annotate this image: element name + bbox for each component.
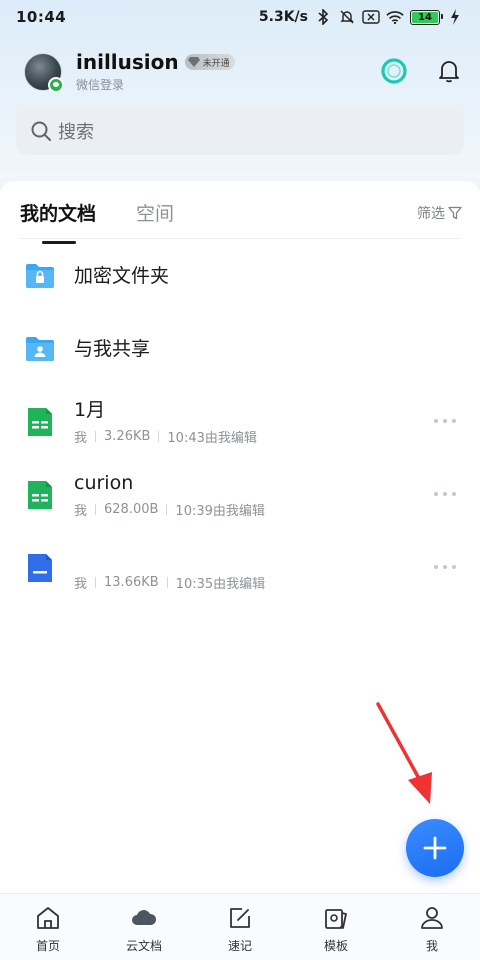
- list-item-meta: 我 3.26KB 10:43由我编辑: [74, 427, 257, 446]
- more-options-icon[interactable]: [434, 419, 456, 425]
- more-options-icon[interactable]: [434, 565, 456, 571]
- status-icons: 5.3K/s 14: [259, 9, 464, 25]
- wechat-badge-icon: [48, 76, 64, 93]
- bell-icon: [439, 61, 459, 83]
- header-actions: [380, 57, 462, 89]
- nav-label: 速记: [227, 939, 252, 953]
- list-item-text: 1月 我 3.26KB 10:43由我编辑: [74, 398, 257, 446]
- tab-bar: 我的文档 空间: [20, 199, 174, 244]
- document-icon: [28, 554, 52, 582]
- item-size: 3.26KB: [104, 429, 151, 444]
- battery-icon: 14: [410, 9, 443, 25]
- meta-separator: [166, 577, 168, 588]
- search-placeholder: 搜索: [58, 122, 94, 143]
- bluetooth-icon: [314, 9, 332, 25]
- annotation-arrow-icon: [376, 702, 432, 804]
- funnel-icon: [448, 206, 462, 220]
- sim-off-icon: [362, 9, 380, 25]
- item-owner: 我: [74, 577, 88, 592]
- template-icon: [325, 909, 347, 929]
- bottom-navigation: 首页 云文档 速记 模板 我: [0, 893, 480, 960]
- nav-label: 首页: [35, 939, 60, 953]
- note-icon: [230, 908, 250, 928]
- notification-button[interactable]: [436, 58, 462, 88]
- list-item-text: 加密文件夹: [74, 264, 169, 288]
- filter-label: 筛选: [417, 206, 445, 222]
- battery-level: 14: [412, 11, 438, 23]
- nav-label: 模板: [323, 939, 348, 953]
- nav-me[interactable]: 我: [384, 894, 480, 960]
- profile-text: inillusion 未开通 微信登录: [76, 50, 235, 93]
- nav-home[interactable]: 首页: [0, 894, 96, 960]
- vip-badge[interactable]: 未开通: [184, 54, 235, 70]
- more-options-icon[interactable]: [434, 492, 456, 498]
- search-icon: [31, 121, 51, 141]
- tab-space[interactable]: 空间: [136, 199, 174, 242]
- mute-bell-icon: [338, 9, 356, 25]
- list-item-document[interactable]: 1月 我 3.26KB 10:43由我编辑: [0, 387, 480, 457]
- list-item-title: 加密文件夹: [74, 265, 170, 287]
- shared-folder-icon: [26, 337, 54, 361]
- network-speed: 5.3K/s: [258, 9, 308, 25]
- spreadsheet-icon: [28, 408, 52, 436]
- ai-ring-icon: [381, 58, 407, 84]
- list-item-meta: 我 13.66KB 10:35由我编辑: [74, 573, 265, 592]
- nav-quick-notes[interactable]: 速记: [192, 894, 288, 960]
- nav-templates[interactable]: 模板: [288, 894, 384, 960]
- search-input[interactable]: 搜索: [16, 107, 464, 155]
- item-edited: 10:35由我编辑: [175, 577, 266, 592]
- user-icon: [421, 907, 443, 929]
- create-new-button[interactable]: [406, 819, 464, 877]
- item-owner: 我: [74, 431, 88, 446]
- username: inillusion: [76, 50, 179, 74]
- home-icon: [37, 907, 59, 929]
- login-method: 微信登录: [76, 78, 125, 92]
- name-row: inillusion 未开通: [76, 50, 235, 74]
- wifi-icon: [386, 9, 404, 25]
- list-item-shared-folder[interactable]: 与我共享: [0, 314, 480, 384]
- tab-divider: [18, 238, 462, 239]
- status-bar: 10:44 5.3K/s 14: [0, 0, 480, 34]
- status-time: 10:44: [16, 8, 67, 26]
- list-item-title: [74, 544, 265, 568]
- nav-label: 我: [425, 939, 438, 953]
- cloud-icon: [132, 910, 157, 925]
- list-item-meta: 我 628.00B 10:39由我编辑: [74, 500, 265, 519]
- diamond-icon: [187, 57, 200, 67]
- plus-icon: [423, 836, 447, 860]
- filter-button[interactable]: 筛选: [417, 203, 462, 223]
- nav-label: 云文档: [125, 939, 162, 953]
- list-item-title: 与我共享: [74, 338, 151, 360]
- list-item-text: curion 我 628.00B 10:39由我编辑: [74, 471, 265, 519]
- item-owner: 我: [74, 504, 88, 519]
- tab-my-documents[interactable]: 我的文档: [20, 199, 96, 244]
- avatar[interactable]: [24, 52, 64, 93]
- list-item-encrypted-folder[interactable]: 加密文件夹: [0, 241, 480, 311]
- list-item-title: 1月: [74, 399, 106, 421]
- list-item-document[interactable]: curion 我 628.00B 10:39由我编辑: [0, 460, 480, 530]
- meta-separator: [158, 431, 160, 442]
- item-size: 13.66KB: [104, 575, 159, 590]
- list-item-document[interactable]: 我 13.66KB 10:35由我编辑: [0, 533, 480, 603]
- meta-separator: [166, 504, 168, 515]
- meta-separator: [95, 504, 97, 515]
- profile-header[interactable]: inillusion 未开通 微信登录: [24, 50, 235, 93]
- item-edited: 10:39由我编辑: [175, 504, 265, 519]
- list-item-title: curion: [74, 472, 134, 494]
- meta-separator: [95, 431, 97, 442]
- charging-icon: [446, 9, 464, 25]
- list-item-text: 我 13.66KB 10:35由我编辑: [74, 544, 265, 592]
- item-size: 628.00B: [104, 502, 159, 517]
- vip-label: 未开通: [202, 58, 230, 69]
- list-item-text: 与我共享: [74, 337, 150, 361]
- item-edited: 10:43由我编辑: [167, 431, 257, 446]
- ai-assistant-button[interactable]: [380, 57, 408, 89]
- nav-cloud-docs[interactable]: 云文档: [96, 894, 192, 960]
- meta-separator: [95, 577, 97, 588]
- spreadsheet-icon: [28, 481, 52, 509]
- lock-folder-icon: [26, 264, 54, 288]
